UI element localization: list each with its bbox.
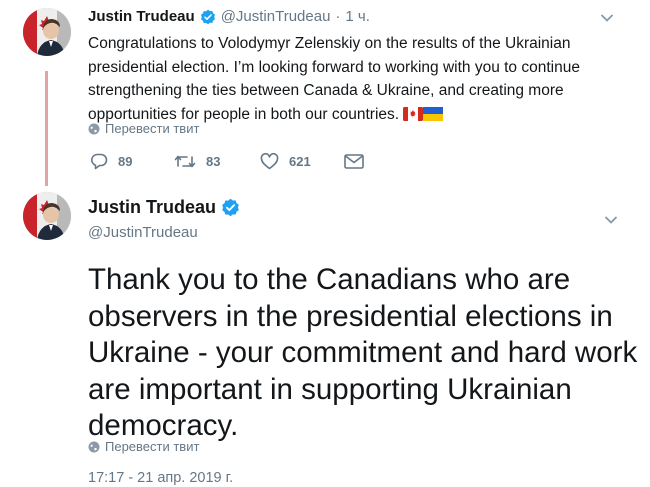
envelope-icon — [344, 154, 364, 169]
avatar-image — [23, 8, 71, 56]
retweet-count: 83 — [206, 154, 221, 169]
tweet-timestamp[interactable]: 17:17 - 21 апр. 2019 г. — [88, 470, 233, 486]
canada-flag-emoji — [403, 107, 424, 122]
author-name[interactable]: Justin Trudeau — [88, 8, 195, 25]
tweet-text: Congratulations to Volodymyr Zelenskiy o… — [88, 32, 608, 126]
like-count: 621 — [289, 154, 311, 169]
time-separator: · — [335, 8, 341, 25]
reply-count: 89 — [118, 154, 133, 169]
retweet-icon — [174, 155, 196, 168]
author-name[interactable]: Justin Trudeau — [88, 197, 216, 218]
translate-tweet-link[interactable]: Перевести твит — [88, 121, 199, 136]
globe-icon — [88, 123, 100, 134]
tweet-menu-button[interactable] — [600, 10, 614, 28]
avatar[interactable] — [23, 8, 71, 56]
reply-icon — [91, 153, 108, 170]
verified-badge-icon — [200, 9, 215, 24]
reply-button[interactable]: 89 — [90, 153, 132, 170]
main-tweet-text: Thank you to the Canadians who are obser… — [88, 263, 638, 442]
chevron-down-icon — [604, 216, 618, 224]
direct-message-button[interactable] — [344, 154, 364, 174]
like-button[interactable]: 621 — [260, 153, 311, 170]
heart-icon — [260, 153, 279, 170]
tweet-text-content: Congratulations to Volodymyr Zelenskiy o… — [88, 35, 580, 123]
verified-badge-icon — [222, 198, 239, 217]
author-handle[interactable]: @JustinTrudeau — [221, 8, 331, 25]
author-handle[interactable]: @JustinTrudeau — [88, 224, 198, 241]
chevron-down-icon — [600, 14, 614, 22]
translate-tweet-link[interactable]: Перевести твит — [88, 439, 199, 454]
retweet-button[interactable]: 83 — [174, 153, 220, 170]
globe-icon — [88, 441, 100, 452]
translate-label: Перевести твит — [105, 439, 200, 454]
avatar[interactable] — [23, 192, 71, 240]
translate-label: Перевести твит — [105, 121, 200, 136]
ukraine-flag-emoji — [423, 107, 444, 122]
time-ago[interactable]: 1 ч. — [345, 8, 370, 25]
thread-line — [45, 71, 48, 186]
avatar-image — [23, 192, 71, 240]
tweet-menu-button[interactable] — [604, 212, 618, 230]
